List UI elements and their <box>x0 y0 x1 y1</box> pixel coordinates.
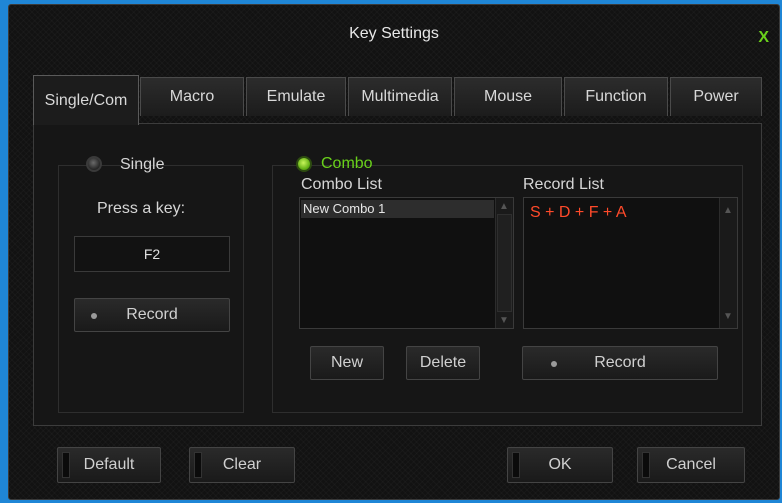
combo-radio[interactable] <box>296 156 312 172</box>
button-notch <box>62 452 70 478</box>
key-input-field[interactable]: F2 <box>74 236 230 272</box>
combo-record-button[interactable]: Record <box>522 346 718 380</box>
close-button[interactable]: X <box>758 29 769 47</box>
window-title: Key Settings <box>349 25 439 42</box>
tab-emulate[interactable]: Emulate <box>246 77 346 116</box>
single-label: Single <box>120 156 165 173</box>
new-combo-button[interactable]: New <box>310 346 384 380</box>
record-scrollbar[interactable]: ▲ ▼ <box>719 198 737 328</box>
tab-power[interactable]: Power <box>670 77 762 116</box>
button-notch <box>642 452 650 478</box>
button-notch <box>512 452 520 478</box>
title-bar[interactable]: Key Settings X <box>9 5 779 65</box>
delete-combo-button[interactable]: Delete <box>406 346 480 380</box>
tab-function[interactable]: Function <box>564 77 668 116</box>
tab-single-combo[interactable]: Single/Com <box>33 75 139 125</box>
press-a-key-label: Press a key: <box>97 200 186 217</box>
ok-button[interactable]: OK <box>507 447 613 483</box>
scroll-up-icon[interactable]: ▲ <box>498 200 510 212</box>
scroll-down-icon[interactable]: ▼ <box>498 314 510 326</box>
scroll-up-icon[interactable]: ▲ <box>722 204 734 216</box>
combo-record-label: Record <box>594 354 646 371</box>
combo-list-item[interactable]: New Combo 1 <box>301 200 494 218</box>
single-radio[interactable] <box>86 156 102 172</box>
record-dot-icon <box>91 313 97 319</box>
record-dot-icon <box>551 361 557 367</box>
record-list-label: Record List <box>523 176 604 193</box>
clear-label: Clear <box>222 456 262 473</box>
scroll-down-icon[interactable]: ▼ <box>722 310 734 322</box>
record-listbox[interactable]: S + D + F + A ▲ ▼ <box>523 197 738 329</box>
combo-scrollbar[interactable]: ▲ ▼ <box>495 198 513 328</box>
scroll-track[interactable] <box>497 214 512 312</box>
tab-macro[interactable]: Macro <box>140 77 244 116</box>
combo-listbox[interactable]: New Combo 1 ▲ ▼ <box>299 197 514 329</box>
tab-mouse[interactable]: Mouse <box>454 77 562 116</box>
tab-multimedia[interactable]: Multimedia <box>348 77 452 116</box>
clear-button[interactable]: Clear <box>189 447 295 483</box>
cancel-button[interactable]: Cancel <box>637 447 745 483</box>
key-settings-dialog: Key Settings X Single/Com Macro Emulate … <box>8 4 780 500</box>
button-notch <box>194 452 202 478</box>
combo-label: Combo <box>321 155 373 172</box>
record-list-item[interactable]: S + D + F + A <box>530 204 627 222</box>
cancel-label: Cancel <box>666 456 716 473</box>
tab-panel: Single Press a key: F2 Record Combo Comb… <box>33 123 762 426</box>
combo-list-label: Combo List <box>301 176 382 193</box>
single-record-button[interactable]: Record <box>74 298 230 332</box>
default-button[interactable]: Default <box>57 447 161 483</box>
default-label: Default <box>83 456 135 473</box>
single-record-label: Record <box>126 306 178 323</box>
ok-label: OK <box>548 456 572 473</box>
